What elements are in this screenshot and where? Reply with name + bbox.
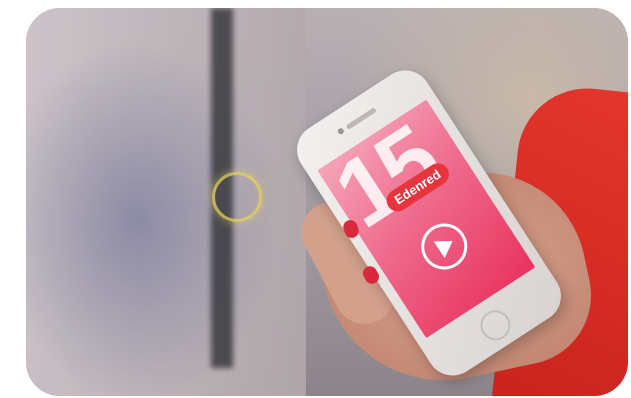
lens-flare bbox=[212, 172, 262, 222]
earpiece-speaker bbox=[345, 107, 377, 130]
background-blur bbox=[26, 8, 306, 396]
play-icon bbox=[433, 232, 459, 259]
photo-frame: 15 Edenred bbox=[26, 8, 628, 396]
play-button[interactable] bbox=[412, 214, 477, 279]
front-camera-icon bbox=[336, 127, 345, 136]
home-button-icon[interactable] bbox=[474, 304, 517, 347]
